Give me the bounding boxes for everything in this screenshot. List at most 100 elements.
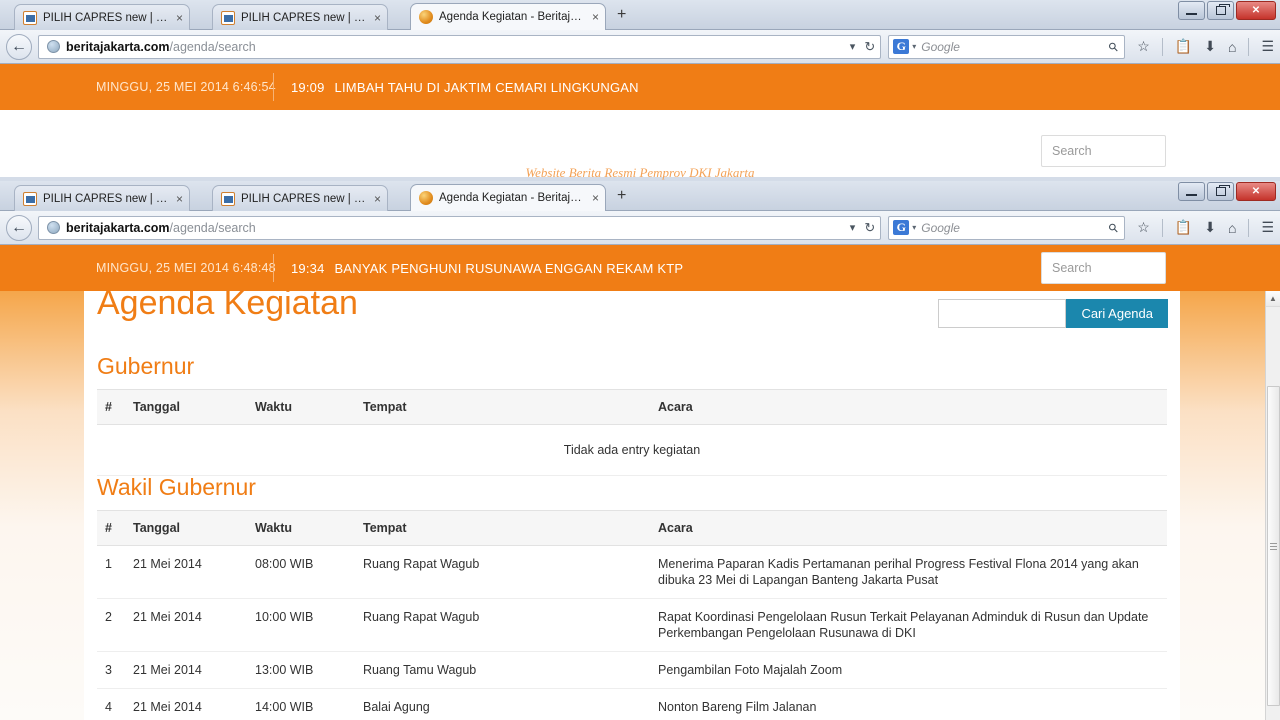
- close-button[interactable]: ✕: [1236, 182, 1276, 201]
- minimize-button[interactable]: [1178, 1, 1205, 20]
- restore-icon: [1215, 4, 1230, 15]
- table-row: 2 21 Mei 2014 10:00 WIB Ruang Rapat Wagu…: [97, 598, 1167, 652]
- chevron-down-icon[interactable]: ▾: [912, 42, 916, 51]
- menu-icon[interactable]: ☰: [1261, 38, 1274, 55]
- chevron-down-icon[interactable]: ▾: [850, 40, 856, 53]
- search-placeholder: Google: [921, 220, 960, 235]
- empty-message: Tidak ada entry kegiatan: [97, 424, 1167, 476]
- page-scrollbar[interactable]: ▲: [1265, 291, 1280, 720]
- chevron-down-icon[interactable]: ▾: [850, 221, 856, 234]
- tab-close-icon[interactable]: ×: [592, 192, 599, 204]
- page-body: Agenda Kegiatan Cari Agenda Gubernur # T…: [0, 291, 1265, 720]
- site-topbar-1: MINGGU, 25 MEI 2014 6:46:54 19:09 LIMBAH …: [0, 64, 1280, 110]
- address-bar[interactable]: beritajakarta.com /agenda/search ▾ ↻: [38, 215, 882, 240]
- headline-time: 19:34: [291, 260, 325, 276]
- new-tab-button[interactable]: +: [617, 188, 626, 204]
- browser-tab-3[interactable]: Agenda Kegiatan - Beritaja... ×: [410, 3, 606, 30]
- cell-waktu: 13:00 WIB: [247, 651, 355, 689]
- url-path: /agenda/search: [169, 39, 256, 54]
- column-header-tempat: Tempat: [355, 389, 650, 425]
- tab-close-icon[interactable]: ×: [592, 11, 599, 23]
- headline-text: BANYAK PENGHUNI RUSUNAWA ENGGAN REKAM KT…: [334, 260, 684, 276]
- browser-tab-3[interactable]: Agenda Kegiatan - Beritaja... ×: [410, 184, 606, 211]
- cell-no: 3: [97, 651, 125, 689]
- close-button[interactable]: ✕: [1236, 1, 1276, 20]
- scroll-up-icon[interactable]: ▲: [1266, 291, 1280, 307]
- scrollbar-thumb[interactable]: [1267, 386, 1280, 706]
- beritajakarta-icon: [419, 10, 433, 24]
- window-controls-2: ✕: [1176, 182, 1276, 201]
- agenda-table-wakil-gubernur: # Tanggal Waktu Tempat Acara 1 21 Mei 20…: [97, 510, 1167, 720]
- cell-tempat: Balai Agung: [355, 688, 650, 720]
- reload-icon[interactable]: ↻: [864, 220, 875, 236]
- chevron-down-icon[interactable]: ▾: [912, 223, 916, 232]
- site-topbar-2: MINGGU, 25 MEI 2014 6:48:48 19:34 BANYAK …: [0, 245, 1280, 291]
- menu-icon[interactable]: ☰: [1261, 219, 1274, 236]
- search-input[interactable]: G ▾ Google ⚲: [888, 34, 1126, 59]
- tab-close-icon[interactable]: ×: [176, 193, 183, 205]
- site-date: MINGGU, 25 MEI 2014 6:46:54: [96, 80, 276, 94]
- cell-acara: Menerima Paparan Kadis Pertamanan periha…: [650, 545, 1167, 599]
- page-title: Agenda Kegiatan: [97, 291, 358, 322]
- cell-no: 2: [97, 598, 125, 652]
- cell-acara: Nonton Bareng Film Jalanan: [650, 688, 1167, 720]
- browser-tab-1[interactable]: PILIH CAPRES new | Kaskus... ×: [14, 185, 190, 211]
- column-header-no: #: [97, 510, 125, 546]
- globe-icon: [47, 40, 60, 53]
- toolbar-divider: [1248, 37, 1250, 56]
- address-bar[interactable]: beritajakarta.com /agenda/search ▾ ↻: [38, 34, 882, 59]
- minimize-button[interactable]: [1178, 182, 1205, 201]
- globe-icon: [47, 221, 60, 234]
- reload-icon[interactable]: ↻: [864, 39, 875, 55]
- tab-close-icon[interactable]: ×: [374, 12, 381, 24]
- site-header-2: MINGGU, 25 MEI 2014 6:48:48 19:34 BANYAK …: [0, 245, 1280, 291]
- tab-close-icon[interactable]: ×: [176, 12, 183, 24]
- cari-agenda-button[interactable]: Cari Agenda: [1066, 299, 1168, 328]
- restore-button[interactable]: [1207, 1, 1234, 20]
- tab-title: PILIH CAPRES new | Kaskus...: [241, 192, 366, 205]
- reading-list-icon[interactable]: 📋: [1175, 38, 1192, 55]
- reading-list-icon[interactable]: 📋: [1175, 219, 1192, 236]
- site-search-input[interactable]: Search: [1041, 135, 1166, 167]
- browser-tab-1[interactable]: PILIH CAPRES new | Kaskus... ×: [14, 4, 190, 30]
- cell-tanggal: 21 Mei 2014: [125, 545, 247, 599]
- bookmark-star-icon[interactable]: ☆: [1137, 219, 1150, 236]
- site-search-input[interactable]: Search: [1041, 252, 1166, 284]
- agenda-search-form: Cari Agenda: [938, 299, 1168, 328]
- browser-tab-2[interactable]: PILIH CAPRES new | Kaskus... ×: [212, 4, 388, 30]
- kaskus-icon: [23, 10, 37, 25]
- headline-time: 19:09: [291, 79, 325, 95]
- scrollbar-grip: [1270, 542, 1277, 550]
- cell-no: 4: [97, 688, 125, 720]
- new-tab-button[interactable]: +: [617, 7, 626, 23]
- url-host: beritajakarta.com: [66, 39, 170, 54]
- cell-waktu: 14:00 WIB: [247, 688, 355, 720]
- back-button[interactable]: ←: [6, 33, 32, 60]
- search-input[interactable]: G ▾ Google ⚲: [888, 215, 1126, 240]
- downloads-icon[interactable]: ⬇: [1204, 38, 1216, 55]
- page-content: Agenda Kegiatan Cari Agenda Gubernur # T…: [84, 291, 1180, 720]
- search-icon[interactable]: ⚲: [1106, 38, 1122, 54]
- home-icon[interactable]: ⌂: [1228, 39, 1236, 55]
- home-icon[interactable]: ⌂: [1228, 220, 1236, 236]
- topbar-divider: [273, 254, 274, 282]
- back-button[interactable]: ←: [6, 214, 32, 241]
- section-heading: Wakil Gubernur: [97, 474, 256, 500]
- tab-strip-2: PILIH CAPRES new | Kaskus... × PILIH CAP…: [0, 181, 1280, 211]
- table-header-row: # Tanggal Waktu Tempat Acara: [97, 510, 1167, 546]
- table-row: 1 21 Mei 2014 08:00 WIB Ruang Rapat Wagu…: [97, 545, 1167, 599]
- site-headline[interactable]: 19:09 LIMBAH TAHU DI JAKTIM CEMARI LINGKU…: [291, 80, 639, 95]
- bookmark-star-icon[interactable]: ☆: [1137, 38, 1150, 55]
- tab-title: Agenda Kegiatan - Beritaja...: [439, 192, 584, 204]
- restore-button[interactable]: [1207, 182, 1234, 201]
- google-icon: G: [893, 39, 910, 54]
- browser-tab-2[interactable]: PILIH CAPRES new | Kaskus... ×: [212, 185, 388, 211]
- section-gubernur: Gubernur # Tanggal Waktu Tempat Acara Ti…: [84, 353, 1180, 476]
- site-headline[interactable]: 19:34 BANYAK PENGHUNI RUSUNAWA ENGGAN REK…: [291, 261, 683, 276]
- agenda-search-input[interactable]: [938, 299, 1067, 328]
- url-host: beritajakarta.com: [66, 220, 170, 235]
- tab-close-icon[interactable]: ×: [374, 193, 381, 205]
- search-icon[interactable]: ⚲: [1106, 219, 1122, 235]
- downloads-icon[interactable]: ⬇: [1204, 219, 1216, 236]
- url-path: /agenda/search: [169, 220, 256, 235]
